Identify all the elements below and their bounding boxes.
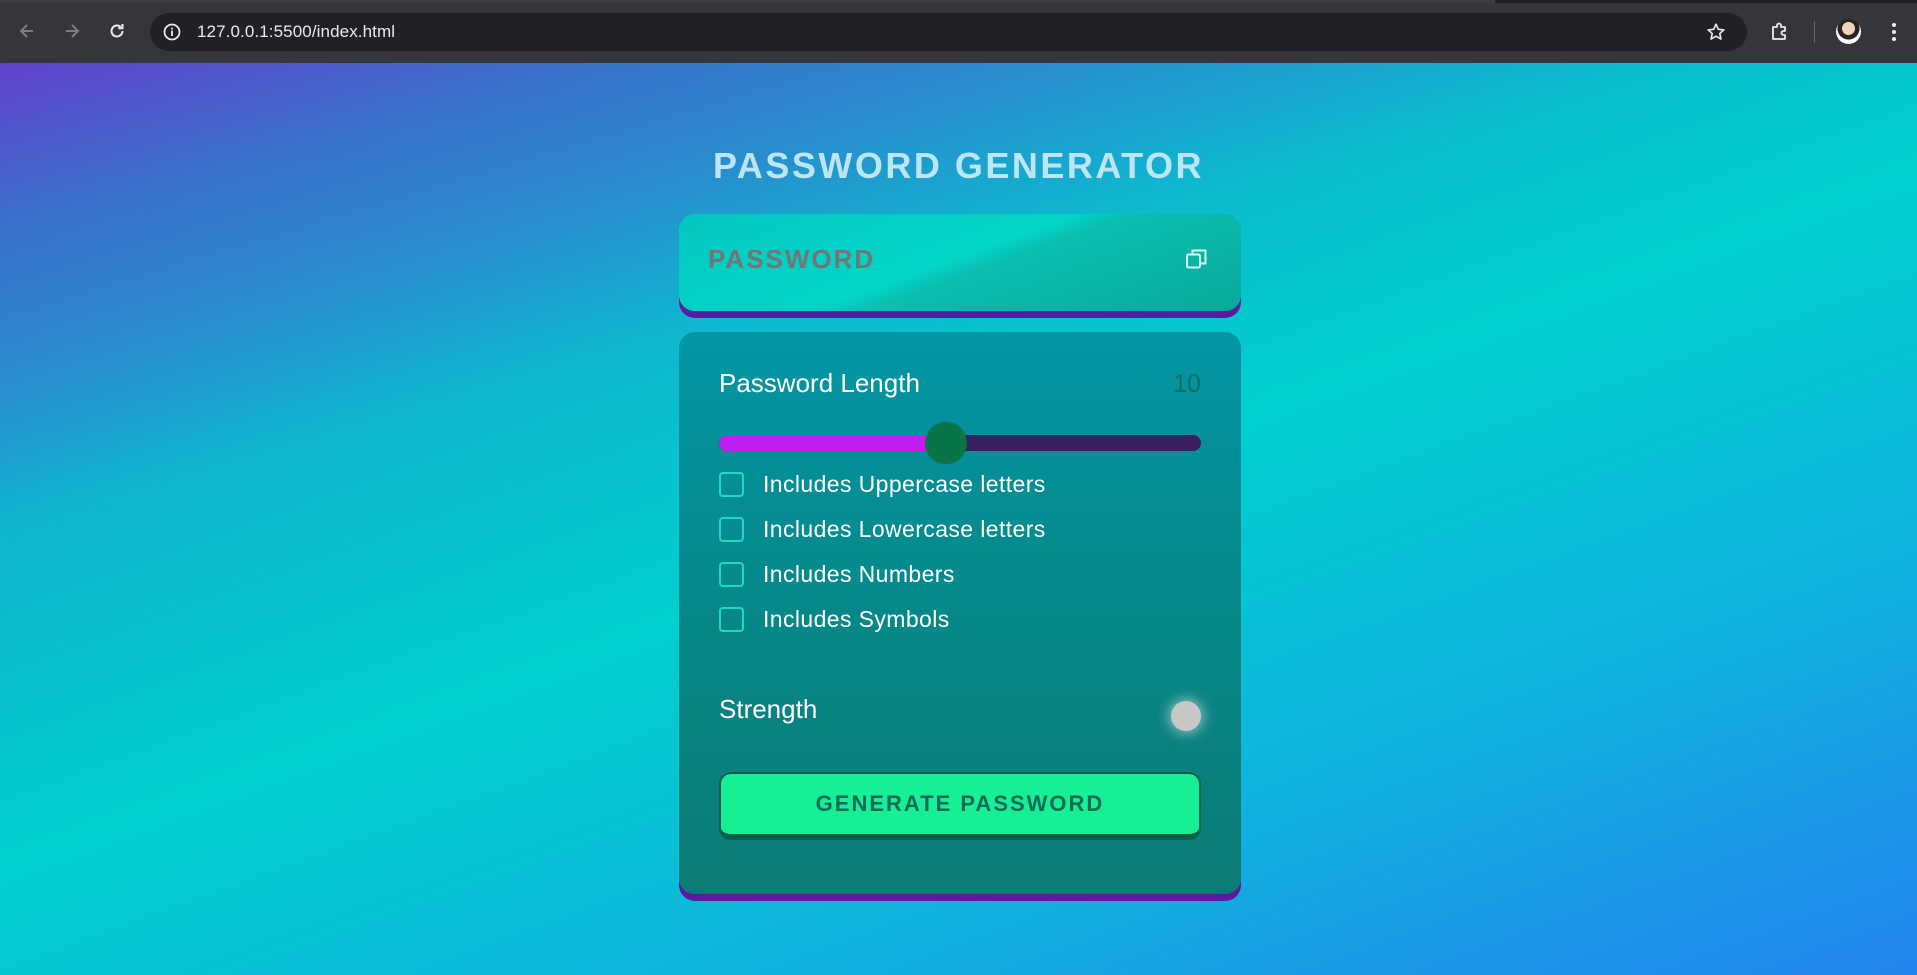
uppercase-checkbox[interactable] bbox=[719, 471, 744, 497]
copy-button[interactable] bbox=[1182, 244, 1212, 274]
page-title: PASSWORD GENERATOR bbox=[712, 145, 1205, 186]
tab-strip bbox=[0, 0, 1917, 3]
page-viewport: PASSWORD GENERATOR Password Length 10 In… bbox=[0, 63, 1917, 975]
numbers-checkbox[interactable] bbox=[719, 561, 744, 587]
option-label: Includes Uppercase letters bbox=[763, 470, 1046, 497]
option-label: Includes Lowercase letters bbox=[763, 515, 1046, 542]
generate-password-button[interactable]: GENERATE PASSWORD bbox=[719, 772, 1201, 840]
url-text[interactable]: 127.0.0.1:5500/index.html bbox=[197, 22, 395, 42]
option-symbols[interactable]: Includes Symbols bbox=[719, 604, 1199, 634]
star-icon[interactable] bbox=[1705, 21, 1727, 43]
toolbar-divider bbox=[1814, 21, 1815, 43]
address-bar[interactable]: 127.0.0.1:5500/index.html bbox=[150, 13, 1747, 51]
option-numbers[interactable]: Includes Numbers bbox=[719, 559, 1199, 589]
lowercase-checkbox[interactable] bbox=[719, 516, 744, 542]
kebab-menu-icon[interactable] bbox=[1884, 20, 1904, 44]
password-display-box bbox=[679, 214, 1241, 311]
puzzle-icon[interactable] bbox=[1768, 20, 1792, 44]
length-slider[interactable] bbox=[719, 422, 1201, 464]
arrow-left-icon bbox=[19, 24, 33, 38]
forward-button[interactable] bbox=[57, 16, 87, 46]
option-label: Includes Numbers bbox=[763, 560, 955, 587]
avatar[interactable] bbox=[1836, 19, 1861, 44]
length-slider-thumb[interactable] bbox=[924, 422, 967, 464]
length-label: Password Length bbox=[719, 368, 920, 398]
reload-button[interactable] bbox=[102, 16, 132, 46]
option-label: Includes Symbols bbox=[763, 605, 950, 632]
password-display[interactable] bbox=[708, 244, 1148, 275]
option-lowercase[interactable]: Includes Lowercase letters bbox=[719, 514, 1199, 544]
length-slider-fill bbox=[719, 435, 946, 451]
browser-toolbar: 127.0.0.1:5500/index.html bbox=[0, 0, 1917, 63]
symbols-checkbox[interactable] bbox=[719, 606, 744, 632]
reload-icon bbox=[110, 24, 124, 38]
copy-icon bbox=[1186, 249, 1207, 269]
info-icon[interactable] bbox=[162, 22, 182, 42]
strength-indicator bbox=[1171, 701, 1201, 731]
back-button[interactable] bbox=[12, 16, 42, 46]
arrow-right-icon bbox=[66, 24, 80, 38]
option-uppercase[interactable]: Includes Uppercase letters bbox=[719, 469, 1199, 499]
length-value: 10 bbox=[1173, 370, 1201, 398]
settings-panel: Password Length 10 Includes Uppercase le… bbox=[679, 332, 1241, 894]
tab-strip-active bbox=[0, 0, 1495, 3]
strength-label: Strength bbox=[719, 694, 818, 724]
